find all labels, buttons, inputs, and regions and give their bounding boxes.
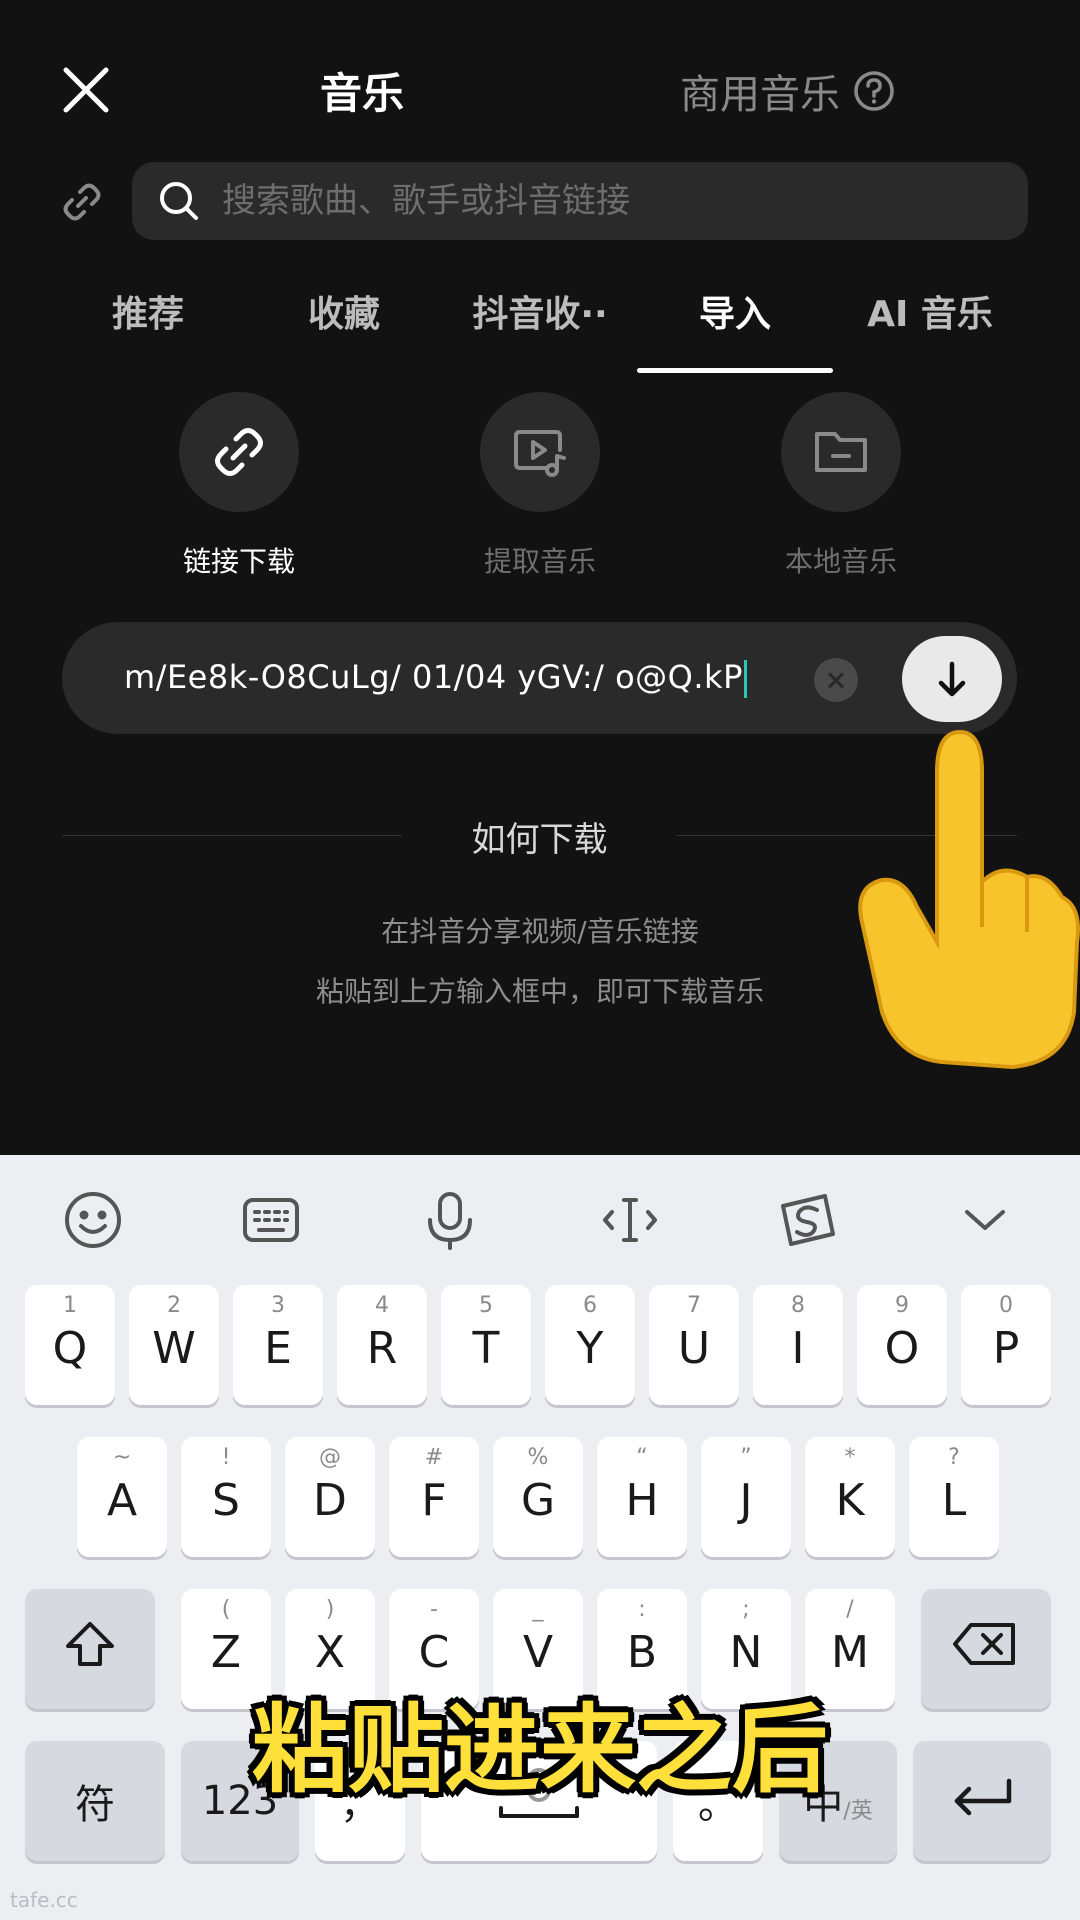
key-i[interactable]: 8I [753, 1285, 843, 1405]
pointing-hand-icon [858, 729, 1080, 1070]
download-button[interactable] [902, 636, 1002, 722]
tab-favorites[interactable]: 收藏 [246, 285, 442, 337]
key-g[interactable]: % G [493, 1437, 583, 1557]
key-d[interactable]: @ D [285, 1437, 375, 1557]
key-f[interactable]: # F [389, 1437, 479, 1557]
folder-icon [815, 432, 867, 472]
link-icon [215, 428, 263, 476]
commercial-music-label: 商用音乐 [680, 72, 840, 118]
tab-ai-music[interactable]: AI 音乐 [832, 285, 1028, 337]
music-page: 音乐 商用音乐 推荐 收藏 抖音收·· 导入 AI 音乐 [0, 0, 1080, 1155]
key-w[interactable]: 2W [129, 1285, 219, 1405]
cursor-move-icon[interactable] [595, 1185, 665, 1255]
local-music-button[interactable]: 本地音乐 [721, 392, 961, 580]
commercial-music-link[interactable]: 商用音乐 [680, 62, 896, 120]
text-caret [743, 660, 747, 698]
tab-import[interactable]: 导入 [637, 285, 833, 337]
key-o[interactable]: 9O [857, 1285, 947, 1405]
video-caption: 粘贴进来之后 [252, 1694, 828, 1806]
extract-music-label: 提取音乐 [483, 545, 596, 578]
link-input-value[interactable]: m/Ee8k-O8CuLg/ 01/04 yGV:/ o@Q.kP [124, 658, 747, 698]
key-h[interactable]: “H [597, 1437, 687, 1557]
key-k[interactable]: * K [805, 1437, 895, 1557]
help-icon [854, 71, 894, 111]
close-icon[interactable] [58, 62, 114, 118]
search-icon [160, 182, 198, 220]
key-u[interactable]: 7U [649, 1285, 739, 1405]
key-a[interactable]: ~ A [77, 1437, 167, 1557]
search-box[interactable] [132, 162, 1028, 240]
emoji-icon[interactable] [58, 1185, 128, 1255]
page-title: 音乐 [320, 69, 405, 118]
keyboard-toolbar [0, 1155, 1080, 1275]
video-music-icon [514, 430, 566, 477]
key-q[interactable]: 1Q [25, 1285, 115, 1405]
key-p[interactable]: 0P [961, 1285, 1051, 1405]
microphone-icon[interactable] [415, 1185, 485, 1255]
local-music-label: 本地音乐 [784, 545, 897, 578]
tab-douyin-favorites[interactable]: 抖音收·· [442, 285, 638, 337]
active-tab-indicator [637, 368, 833, 373]
sogou-logo-icon[interactable] [772, 1185, 842, 1255]
search-input[interactable] [222, 181, 982, 221]
key-t[interactable]: 5T [441, 1285, 531, 1405]
keyboard-layout-icon[interactable] [236, 1185, 306, 1255]
tab-bar: 推荐 收藏 抖音收·· 导入 AI 音乐 [0, 285, 1080, 375]
tab-recommend[interactable]: 推荐 [50, 285, 246, 337]
key-l[interactable]: ? L [909, 1437, 999, 1557]
key-e[interactable]: 3E [233, 1285, 323, 1405]
arrow-down-icon [938, 661, 966, 697]
key-r[interactable]: 4R [337, 1285, 427, 1405]
extract-music-button[interactable]: 提取音乐 [420, 392, 660, 580]
chevron-down-icon[interactable] [950, 1185, 1020, 1255]
key-s[interactable]: ! S [181, 1437, 271, 1557]
key-j[interactable]: ” J [701, 1437, 791, 1557]
link-icon[interactable] [58, 178, 106, 226]
watermark: tafe.cc [10, 1888, 78, 1912]
link-download-button[interactable]: 链接下载 [119, 392, 359, 580]
link-download-label: 链接下载 [182, 545, 295, 578]
clear-icon[interactable]: × [814, 658, 858, 702]
key-y[interactable]: 6Y [545, 1285, 635, 1405]
backspace-icon [921, 1619, 1051, 1679]
